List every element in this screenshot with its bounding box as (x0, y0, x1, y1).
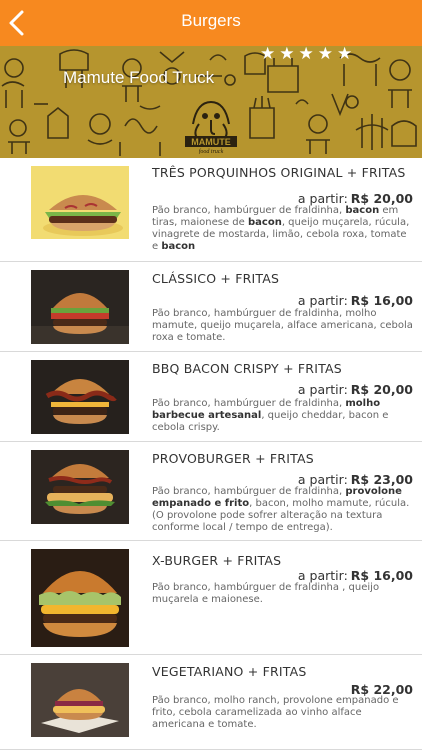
burger-photo (31, 166, 129, 239)
item-description: Pão branco, hambúrguer de fraldinha, pro… (152, 486, 414, 534)
item-title: BBQ BACON CRISPY + FRITAS (152, 361, 342, 376)
description-text: Pão branco, molho ranch, provolone empan… (152, 695, 399, 730)
price-line: a partir: R$ 23,00 (298, 472, 413, 487)
page-title: Burgers (181, 11, 241, 30)
price-line: a partir: R$ 20,00 (298, 382, 413, 397)
price-line: a partir: R$ 20,00 (298, 191, 413, 206)
menu-item[interactable]: PROVOBURGER + FRITAS a partir: R$ 23,00 P… (0, 442, 422, 541)
burger-photo (31, 270, 129, 344)
menu-item[interactable]: X-BURGER + FRITAS a partir: R$ 16,00 Pão … (0, 541, 422, 655)
price-prefix: a partir: (297, 382, 348, 397)
item-description: Pão branco, hambúrguer de fraldinha, mol… (152, 398, 414, 434)
description-highlight: bacon (247, 217, 282, 228)
star-icon: ★ (298, 46, 314, 64)
star-icon: ★ (260, 46, 276, 64)
item-description: Pão branco, hambúrguer de fraldinha , qu… (152, 582, 414, 606)
burger-photo (31, 663, 129, 737)
item-price: R$ 20,00 (350, 191, 413, 206)
item-description: Pão branco, hambúrguer de fraldinha, bac… (152, 205, 414, 253)
description-highlight: bacon (345, 205, 380, 216)
description-text: Pão branco, hambúrguer de fraldinha, mol… (152, 308, 413, 343)
menu-item[interactable]: BBQ BACON CRISPY + FRITAS a partir: R$ 20… (0, 352, 422, 442)
burger-photo (31, 360, 129, 434)
logo-text: MAMUTE (191, 137, 231, 147)
description-highlight: bacon (161, 241, 196, 252)
price-prefix: a partir: (297, 472, 348, 487)
price-prefix: a partir: (297, 568, 348, 583)
item-description: Pão branco, molho ranch, provolone empan… (152, 695, 414, 731)
item-title: VEGETARIANO + FRITAS (152, 664, 307, 679)
item-price: R$ 16,00 (350, 293, 413, 308)
rating-stars: ★ ★ ★ ★ ★ (260, 46, 352, 63)
store-banner: ★ ★ ★ ★ ★ Mamute Food Truck MAMUTE food … (0, 46, 422, 158)
star-icon: ★ (337, 46, 353, 64)
price-prefix: a partir: (297, 191, 348, 206)
menu-item[interactable]: CLÁSSICO + FRITAS a partir: R$ 16,00 Pão … (0, 262, 422, 352)
item-price: R$ 20,00 (350, 382, 413, 397)
burger-photo (31, 450, 129, 524)
item-title: X-BURGER + FRITAS (152, 553, 282, 568)
price-line: a partir: R$ 16,00 (298, 568, 413, 583)
burger-photo (31, 549, 129, 647)
item-title: PROVOBURGER + FRITAS (152, 451, 314, 466)
logo-subtext: food truck (199, 148, 224, 154)
mamute-logo: MAMUTE food truck (185, 100, 237, 154)
description-text: Pão branco, hambúrguer de fraldinha , qu… (152, 582, 380, 605)
item-price: R$ 16,00 (350, 568, 413, 583)
price-line: a partir: R$ 16,00 (298, 293, 413, 308)
store-name: Mamute Food Truck (63, 68, 215, 87)
description-text: Pão branco, hambúrguer de fraldinha, (152, 486, 346, 497)
menu-item[interactable]: VEGETARIANO + FRITAS R$ 22,00 Pão branco… (0, 655, 422, 750)
item-price: R$ 23,00 (350, 472, 413, 487)
price-prefix: a partir: (297, 293, 348, 308)
navigation-bar: Burgers (0, 0, 422, 46)
item-title: CLÁSSICO + FRITAS (152, 271, 280, 286)
star-icon: ★ (317, 46, 333, 64)
description-text: Pão branco, hambúrguer de fraldinha, (152, 398, 346, 409)
description-text: Pão branco, hambúrguer de fraldinha, (152, 205, 346, 216)
item-description: Pão branco, hambúrguer de fraldinha, mol… (152, 308, 414, 344)
item-title: TRÊS PORQUINHOS ORIGINAL + FRITAS (152, 165, 406, 180)
star-icon: ★ (279, 46, 295, 64)
menu-item[interactable]: TRÊS PORQUINHOS ORIGINAL + FRITAS a part… (0, 158, 422, 262)
